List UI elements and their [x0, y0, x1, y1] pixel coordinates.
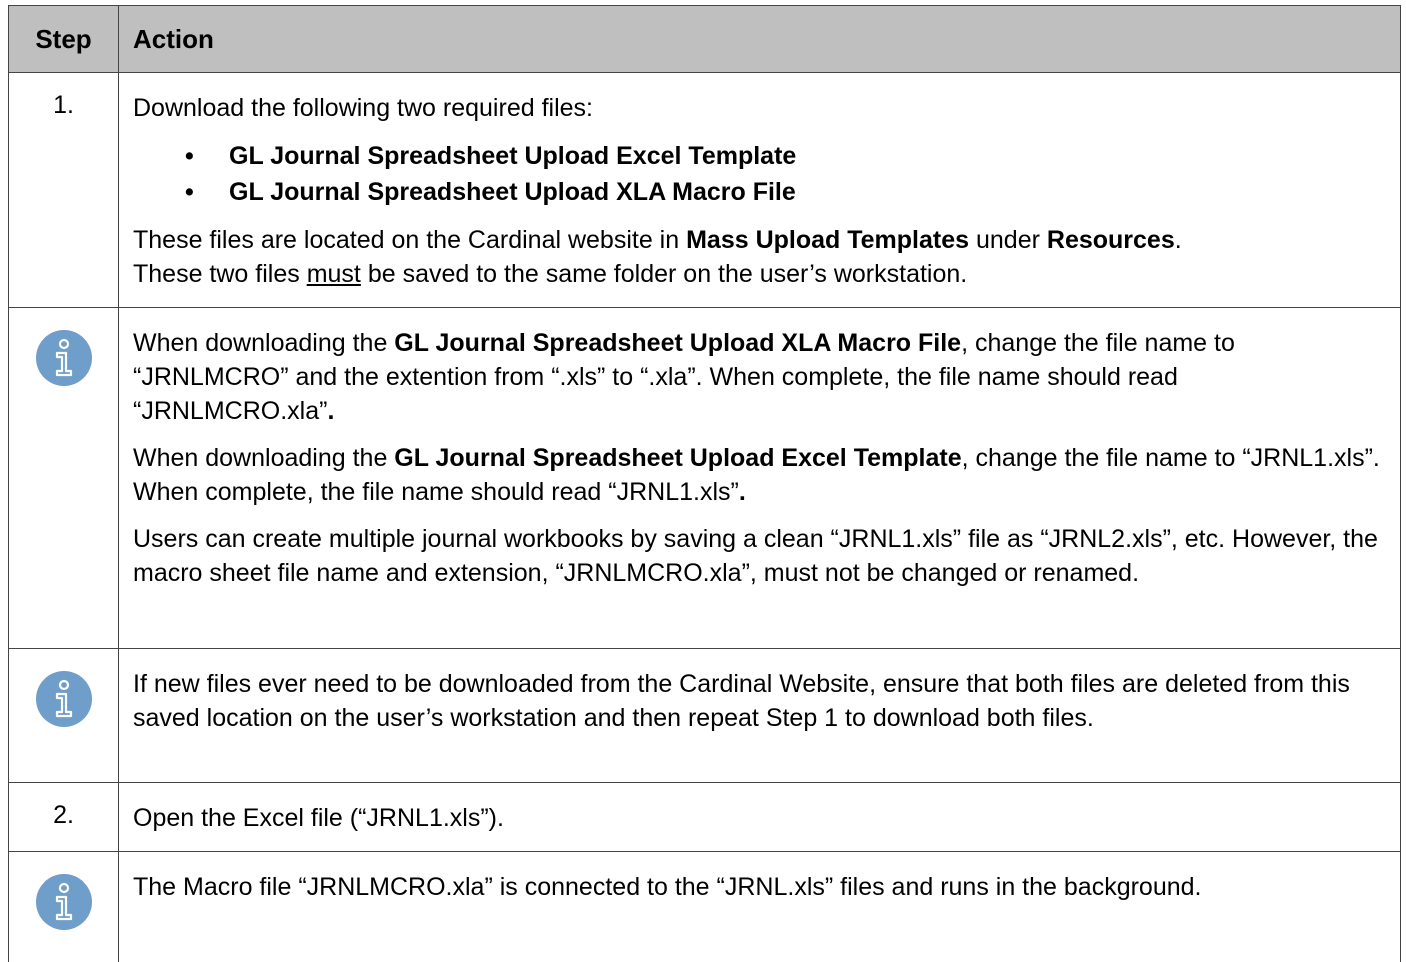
icon-cell	[8, 307, 119, 649]
text-span: GL Journal Spreadsheet Upload XLA Macro …	[394, 329, 962, 357]
action-intro: Download the following two required file…	[133, 94, 593, 122]
text-span: must	[306, 260, 361, 288]
text-span: Resources	[1046, 226, 1175, 254]
icon-cell	[8, 851, 119, 962]
info-icon	[35, 330, 92, 386]
text-span: .	[327, 397, 335, 425]
text-span: .	[1174, 226, 1182, 254]
text-span: .	[738, 478, 746, 506]
info-icon	[35, 671, 92, 727]
text-span: be saved to the same folder on the user’…	[360, 260, 968, 288]
text-span: These two files	[133, 260, 307, 288]
action-cell: When downloading the GL Journal Spreadsh…	[118, 307, 1401, 649]
note-paragraph: When downloading the GL Journal Spreadsh…	[133, 326, 1386, 428]
header-row: Step Action	[8, 5, 1401, 73]
step-number: 1.	[8, 72, 119, 308]
text-span: GL Journal Spreadsheet Upload Excel Temp…	[394, 444, 962, 472]
action-cell: The Macro file “JRNLMCRO.xla” is connect…	[118, 851, 1401, 962]
table-row: The Macro file “JRNLMCRO.xla” is connect…	[8, 851, 1401, 962]
step-number: 2.	[8, 782, 119, 852]
icon-cell	[8, 648, 119, 783]
action-text: Open the Excel file (“JRNL1.xls”).	[133, 804, 504, 832]
step-column-header: Step	[8, 5, 119, 73]
note-paragraph: The Macro file “JRNLMCRO.xla” is connect…	[133, 873, 1202, 901]
note-paragraph: When downloading the GL Journal Spreadsh…	[133, 441, 1386, 509]
info-icon	[35, 874, 92, 930]
list-item: GL Journal Spreadsheet Upload Excel Temp…	[185, 138, 1386, 174]
text-span: under	[969, 226, 1047, 254]
location-text: These files are located on the Cardinal …	[133, 223, 1386, 291]
note-paragraph: If new files ever need to be downloaded …	[133, 670, 1350, 732]
list-item: GL Journal Spreadsheet Upload XLA Macro …	[185, 174, 1386, 210]
text-span: These files are located on the Cardinal …	[133, 226, 687, 254]
table-row: If new files ever need to be downloaded …	[8, 648, 1401, 783]
note-paragraph: Users can create multiple journal workbo…	[133, 525, 1378, 587]
action-column-header: Action	[118, 5, 1401, 73]
table-row: 2. Open the Excel file (“JRNL1.xls”).	[8, 782, 1401, 852]
action-cell: Open the Excel file (“JRNL1.xls”).	[118, 782, 1401, 852]
table-row: 1. Download the following two required f…	[8, 72, 1401, 308]
text-span: Mass Upload Templates	[686, 226, 970, 254]
action-cell: Download the following two required file…	[118, 72, 1401, 308]
required-files-list: GL Journal Spreadsheet Upload Excel Temp…	[133, 138, 1386, 210]
procedure-table: Step Action 1. Download the following tw…	[8, 5, 1401, 962]
action-cell: If new files ever need to be downloaded …	[118, 648, 1401, 783]
table-row: When downloading the GL Journal Spreadsh…	[8, 307, 1401, 649]
text-span: When downloading the	[133, 444, 395, 472]
text-span: When downloading the	[133, 329, 395, 357]
